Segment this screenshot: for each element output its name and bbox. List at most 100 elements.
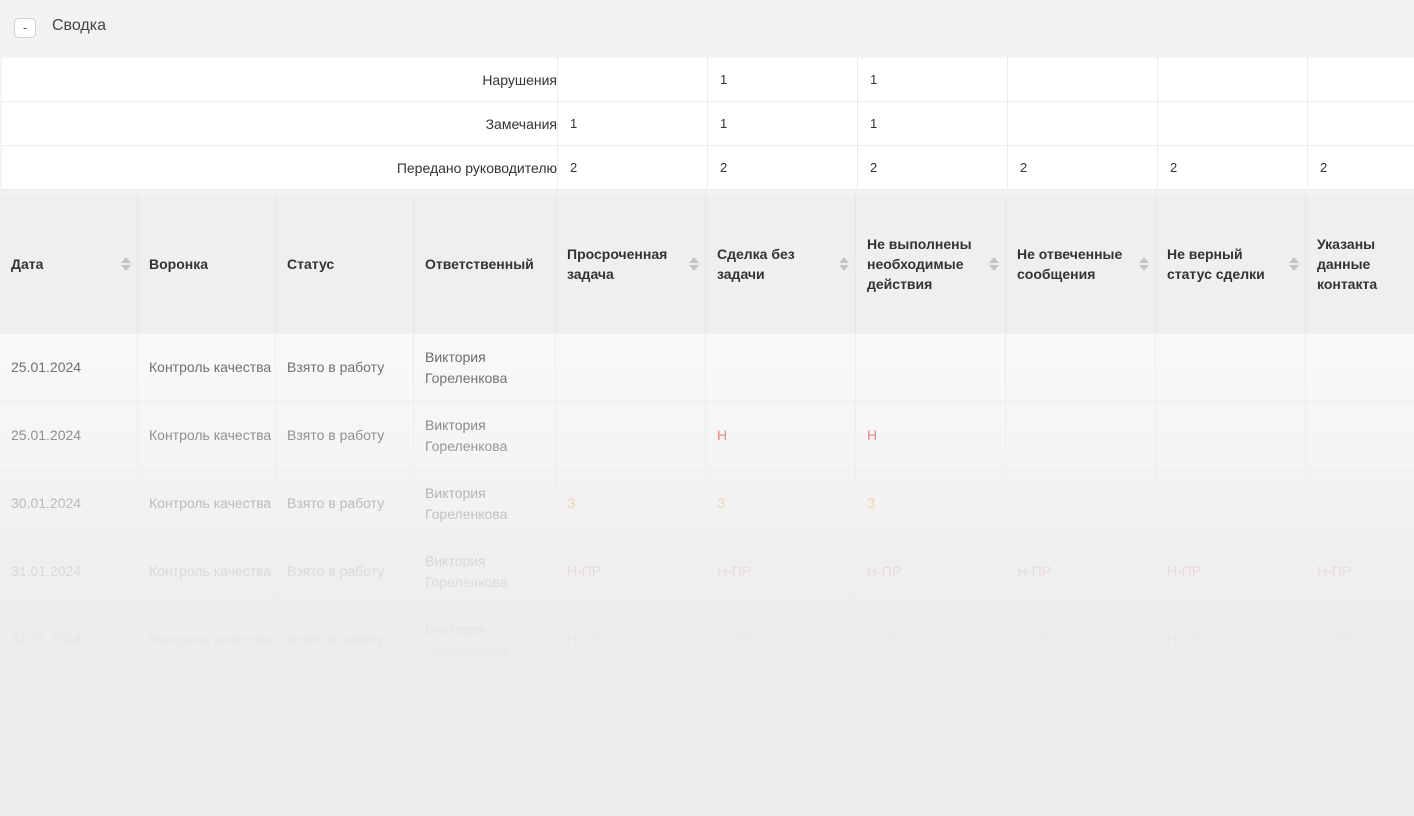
cell-mark bbox=[1306, 334, 1414, 401]
cell-mark: Н-ПР bbox=[556, 606, 706, 673]
summary-cell: 2 bbox=[1320, 160, 1328, 175]
cell-funnel-text: Контроль качества bbox=[149, 359, 272, 375]
cell-responsible-text: Виктория Гореленкова bbox=[425, 416, 508, 454]
mark-label: Н-ПР bbox=[1167, 563, 1202, 579]
cell-mark: З bbox=[706, 470, 856, 537]
cell-date: 25.01.2024 bbox=[0, 402, 138, 469]
column-header[interactable]: Просроченная задача bbox=[556, 194, 706, 334]
summary-row-label: Замечания bbox=[2, 102, 558, 145]
cell-date-text: 25.01.2024 bbox=[11, 427, 82, 443]
mark-label: З bbox=[867, 495, 876, 511]
table-row[interactable]: 25.01.2024 Контроль качества Взято в работ… bbox=[0, 402, 1414, 470]
column-header[interactable]: Не выполнены необходимые действия bbox=[856, 194, 1006, 334]
cell-mark bbox=[1006, 402, 1156, 469]
summary-cell: 2 bbox=[558, 146, 708, 189]
cell-mark: Н-ПР bbox=[856, 606, 1006, 673]
cell-status: Взято в работу bbox=[276, 334, 414, 401]
cell-mark: Н-ПР bbox=[1306, 606, 1414, 673]
mark-label: Н-ПР bbox=[717, 631, 752, 647]
cell-date-text: 31.01.2024 bbox=[11, 631, 82, 647]
table-row[interactable]: 30.01.2024 Контроль качества Взято в работ… bbox=[0, 470, 1414, 538]
mark-label: Н bbox=[867, 427, 878, 443]
cell-responsible: Виктория Гореленкова bbox=[414, 402, 556, 469]
cell-responsible-text: Виктория Гореленкова bbox=[425, 620, 508, 658]
sort-icon[interactable] bbox=[1139, 256, 1149, 272]
column-header-label: Ответственный bbox=[425, 256, 534, 272]
sort-icon[interactable] bbox=[989, 256, 999, 272]
column-header-label: Дата bbox=[11, 256, 44, 272]
summary-cell: 1 bbox=[708, 58, 858, 101]
cell-mark: Н-ПР bbox=[706, 606, 856, 673]
cell-date: 31.01.2024 bbox=[0, 606, 138, 673]
mark-label: Н-ПР bbox=[1317, 631, 1352, 647]
summary-cell: 1 bbox=[558, 102, 708, 145]
cell-mark: Н-ПР bbox=[1306, 538, 1414, 605]
cell-date-text: 31.01.2024 bbox=[11, 563, 82, 579]
column-header-label: Не выполнены необходимые действия bbox=[867, 236, 972, 292]
cell-responsible-text: Виктория Гореленкова bbox=[425, 348, 508, 386]
mark-label: Н bbox=[717, 427, 728, 443]
column-header-label: Указаны данные контакта bbox=[1317, 236, 1378, 292]
sort-icon[interactable] bbox=[839, 256, 849, 272]
collapse-toggle-button[interactable]: - bbox=[14, 18, 36, 38]
cell-mark: Н-ПР bbox=[1156, 538, 1306, 605]
summary-row-label: Нарушения bbox=[2, 58, 558, 101]
cell-responsible: Виктория Гореленкова bbox=[414, 538, 556, 605]
summary-cell bbox=[1308, 58, 1414, 101]
cell-funnel-text: Контроль качества bbox=[149, 495, 272, 511]
summary-row-label-text: Нарушения bbox=[482, 72, 557, 88]
column-header: Указаны данные контакта bbox=[1306, 194, 1414, 334]
summary-row: Замечания 1 1 1 bbox=[2, 102, 1414, 146]
sort-icon[interactable] bbox=[121, 256, 131, 272]
cell-date: 31.01.2024 bbox=[0, 538, 138, 605]
column-header[interactable]: Сделка без задачи bbox=[706, 194, 856, 334]
table-row[interactable]: 25.01.2024 Контроль качества Взято в работ… bbox=[0, 334, 1414, 402]
sort-icon[interactable] bbox=[689, 256, 699, 272]
mark-label: З bbox=[567, 495, 576, 511]
mark-label: Н-ПР bbox=[1017, 563, 1052, 579]
column-header-label: Просроченная задача bbox=[567, 246, 668, 282]
cell-mark bbox=[1006, 334, 1156, 401]
summary-title: Сводка bbox=[52, 17, 107, 34]
summary-table: Нарушения 1 1 Замечания 1 1 1 Передано руководи… bbox=[2, 58, 1414, 190]
column-header[interactable]: Не верный статус сделки bbox=[1156, 194, 1306, 334]
cell-status: Взято в работу bbox=[276, 470, 414, 537]
summary-cell bbox=[1308, 102, 1414, 145]
mark-label: Н-ПР bbox=[867, 563, 902, 579]
sort-icon[interactable] bbox=[1289, 256, 1299, 272]
summary-row-label: Передано руководителю bbox=[2, 146, 558, 189]
column-header[interactable]: Дата bbox=[0, 194, 138, 334]
cell-responsible: Виктория Гореленкова bbox=[414, 606, 556, 673]
column-header[interactable]: Не отвеченные сообщения bbox=[1006, 194, 1156, 334]
table-row[interactable]: 31.01.2024 Контроль качества Взято в работ… bbox=[0, 606, 1414, 674]
cell-funnel: Контроль качества bbox=[138, 402, 276, 469]
cell-mark bbox=[1156, 470, 1306, 537]
summary-cell: 1 bbox=[858, 102, 1008, 145]
cell-funnel-text: Контроль качества bbox=[149, 631, 272, 647]
column-header-label: Не верный статус сделки bbox=[1167, 246, 1265, 282]
cell-mark bbox=[556, 402, 706, 469]
cell-date: 25.01.2024 bbox=[0, 334, 138, 401]
cell-mark: Н bbox=[856, 402, 1006, 469]
mark-label: З bbox=[717, 495, 726, 511]
summary-cell bbox=[1008, 58, 1158, 101]
summary-cell bbox=[1008, 102, 1158, 145]
summary-cell: 1 bbox=[708, 102, 858, 145]
summary-row-label-text: Замечания bbox=[485, 116, 557, 132]
cell-mark: Н-ПР bbox=[1006, 538, 1156, 605]
cell-date-text: 30.01.2024 bbox=[11, 495, 82, 511]
cell-mark bbox=[1306, 470, 1414, 537]
summary-cell: 2 bbox=[1158, 146, 1308, 189]
column-header-label: Воронка bbox=[149, 256, 209, 272]
summary-cell: 2 bbox=[708, 146, 858, 189]
cell-mark: З bbox=[556, 470, 706, 537]
cell-mark: Н-ПР bbox=[1006, 606, 1156, 673]
table-row[interactable]: 31.01.2024 Контроль качества Взято в работ… bbox=[0, 538, 1414, 606]
deals-table: Дата Воронка Статус Ответственный Просроченн… bbox=[0, 194, 1414, 674]
cell-mark: Н-ПР bbox=[706, 538, 856, 605]
cell-funnel: Контроль качества bbox=[138, 334, 276, 401]
mark-label: Н-ПР bbox=[1317, 563, 1352, 579]
cell-mark bbox=[1156, 402, 1306, 469]
cell-mark: Н-ПР bbox=[1156, 606, 1306, 673]
cell-responsible-text: Виктория Гореленкова bbox=[425, 484, 508, 522]
